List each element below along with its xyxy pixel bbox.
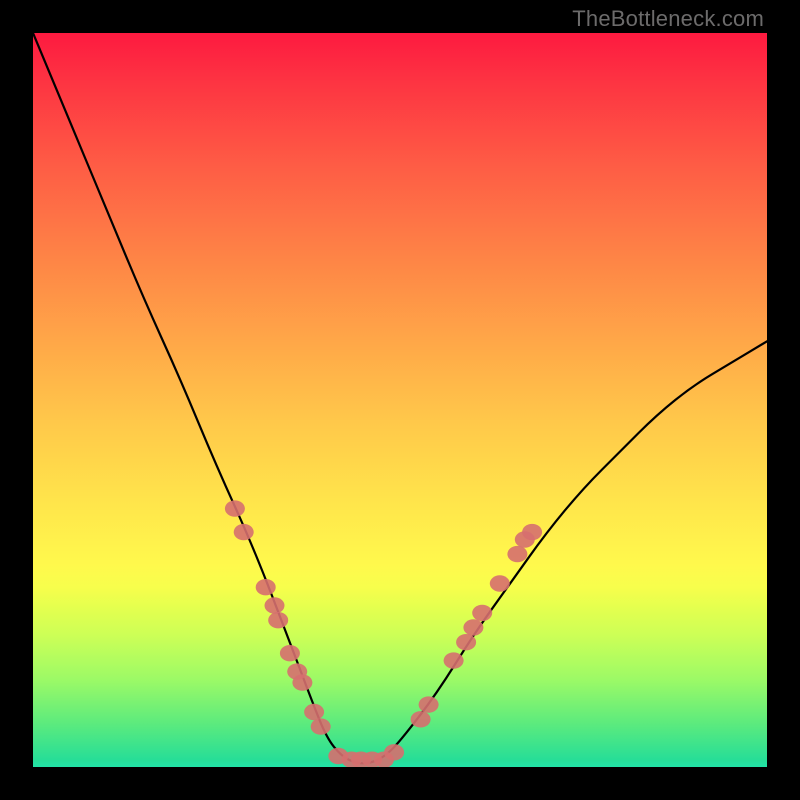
data-point bbox=[268, 612, 288, 628]
data-point bbox=[311, 718, 331, 734]
data-point bbox=[265, 597, 285, 613]
data-point bbox=[456, 634, 476, 650]
data-point bbox=[225, 500, 245, 516]
data-point bbox=[292, 674, 312, 690]
data-point bbox=[463, 619, 483, 635]
data-points bbox=[225, 500, 542, 767]
curve-layer bbox=[33, 33, 767, 763]
data-point bbox=[419, 696, 439, 712]
chart-svg bbox=[33, 33, 767, 767]
data-point bbox=[384, 744, 404, 760]
data-point bbox=[522, 524, 542, 540]
data-point bbox=[234, 524, 254, 540]
watermark-text: TheBottleneck.com bbox=[572, 6, 764, 32]
plot-area bbox=[33, 33, 767, 767]
bottleneck-curve bbox=[33, 33, 767, 763]
data-point bbox=[490, 575, 510, 591]
data-point bbox=[507, 546, 527, 562]
data-point bbox=[472, 605, 492, 621]
data-point bbox=[304, 704, 324, 720]
chart-frame: TheBottleneck.com bbox=[0, 0, 800, 800]
data-point bbox=[256, 579, 276, 595]
data-point bbox=[444, 652, 464, 668]
data-point bbox=[280, 645, 300, 661]
data-point bbox=[411, 711, 431, 727]
